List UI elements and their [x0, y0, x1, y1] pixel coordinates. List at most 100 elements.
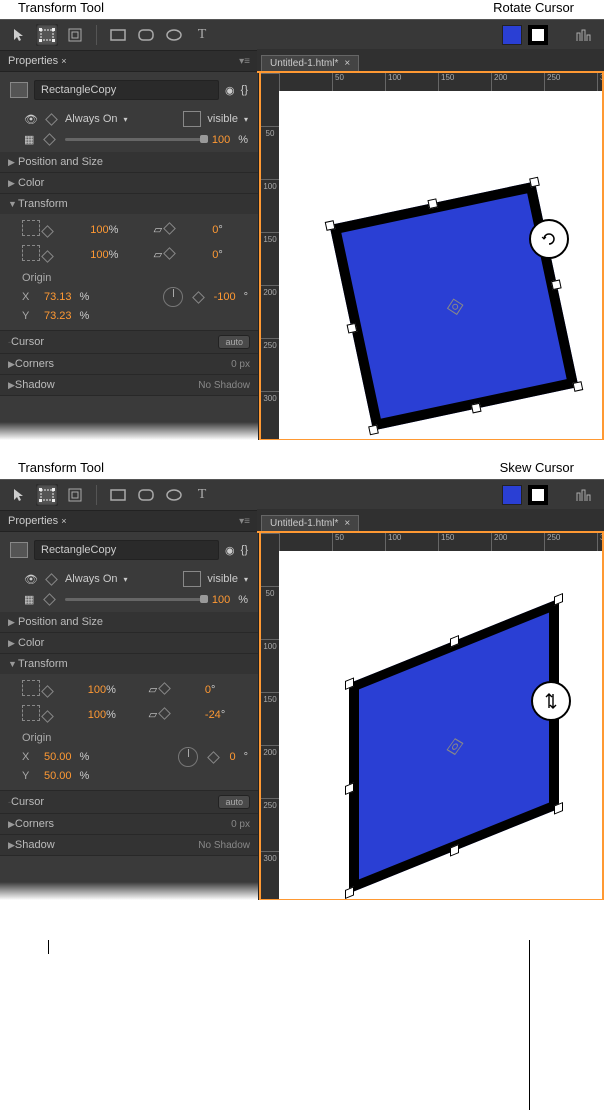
transform-origin-marker[interactable] [447, 298, 464, 315]
code-icon[interactable]: {} [241, 544, 248, 556]
resize-handle[interactable] [471, 403, 482, 414]
clip-tool[interactable] [64, 24, 86, 46]
properties-panel-tab[interactable]: Properties × ▾≡ [0, 51, 258, 72]
stage[interactable] [279, 91, 602, 439]
document-tab[interactable]: Untitled-1.html* × [261, 55, 359, 71]
resize-handle[interactable] [551, 279, 562, 290]
section-header-position[interactable]: ▶Position and Size [0, 612, 258, 632]
keyframe-diamond-icon[interactable] [41, 710, 54, 723]
close-icon[interactable]: × [344, 58, 350, 69]
section-header-shadow[interactable]: ▶Shadow No Shadow [0, 835, 258, 855]
keyframe-diamond-icon[interactable] [158, 682, 171, 695]
keyframe-diamond-icon[interactable] [41, 225, 54, 238]
layout-defaults-icon[interactable] [574, 24, 596, 46]
canvas[interactable]: 50100150200250300350 50100150200250300 [259, 533, 604, 900]
keyframe-diamond-icon[interactable] [45, 573, 58, 586]
stroke-color-swatch[interactable] [528, 485, 548, 505]
document-tab[interactable]: Untitled-1.html* × [261, 515, 359, 531]
keyframe-diamond-icon[interactable] [192, 291, 205, 304]
code-icon[interactable]: {} [241, 84, 248, 96]
scale-h-value[interactable]: 100 [90, 249, 108, 261]
keyframe-diamond-icon[interactable] [44, 593, 57, 606]
transform-origin-marker[interactable] [447, 738, 464, 755]
resize-handle[interactable] [573, 381, 584, 392]
selected-rectangle[interactable] [329, 181, 578, 430]
fill-color-swatch[interactable] [502, 485, 522, 505]
rotation-dial[interactable] [178, 747, 198, 767]
stage[interactable] [279, 551, 602, 899]
rotation-value[interactable]: 0 [229, 751, 235, 763]
keyframe-diamond-icon[interactable] [41, 685, 54, 698]
rotation-value[interactable]: -100 [214, 291, 236, 303]
resize-handle[interactable] [529, 177, 540, 188]
origin-x-value[interactable]: 73.13 [44, 291, 72, 303]
selection-tool[interactable] [8, 24, 30, 46]
resize-handle[interactable] [450, 844, 459, 857]
origin-x-value[interactable]: 50.00 [44, 751, 72, 763]
section-header-color[interactable]: ▶Color [0, 173, 258, 193]
target-icon[interactable]: ◉ [225, 84, 235, 97]
resize-handle[interactable] [347, 323, 358, 334]
section-header-transform[interactable]: ▼Transform [0, 194, 258, 214]
target-icon[interactable]: ◉ [225, 544, 235, 557]
scale-w-value[interactable]: 100 [88, 684, 106, 696]
layout-defaults-icon[interactable] [574, 484, 596, 506]
clip-tool[interactable] [64, 484, 86, 506]
panel-menu-icon[interactable]: ▾≡ [239, 56, 250, 67]
section-header-transform[interactable]: ▼Transform [0, 654, 258, 674]
display-label[interactable]: Always On [65, 113, 118, 125]
panel-menu-icon[interactable]: ▾≡ [239, 516, 250, 527]
canvas[interactable]: 50100150200250300350 50100150200250300 [259, 73, 604, 440]
keyframe-diamond-icon[interactable] [158, 707, 171, 720]
keyframe-diamond-icon[interactable] [208, 751, 221, 764]
dropdown-icon[interactable]: ▾ [244, 115, 248, 124]
section-header-position[interactable]: ▶Position and Size [0, 152, 258, 172]
section-header-cursor[interactable]: -Cursor auto [0, 791, 258, 813]
section-header-shadow[interactable]: ▶Shadow No Shadow [0, 375, 258, 395]
selection-tool[interactable] [8, 484, 30, 506]
keyframe-diamond-icon[interactable] [41, 250, 54, 263]
rectangle-tool[interactable] [107, 24, 129, 46]
opacity-slider[interactable] [65, 598, 203, 601]
object-name-field[interactable]: RectangleCopy [34, 540, 219, 560]
resize-handle[interactable] [345, 886, 354, 899]
selected-rectangle[interactable] [349, 599, 559, 894]
ellipse-tool[interactable] [163, 24, 185, 46]
rectangle-tool[interactable] [107, 484, 129, 506]
skew-y-value[interactable]: -24 [205, 709, 221, 721]
rotation-dial[interactable] [163, 287, 183, 307]
section-header-color[interactable]: ▶Color [0, 633, 258, 653]
opacity-value[interactable]: 100 [212, 594, 230, 606]
keyframe-diamond-icon[interactable] [45, 113, 58, 126]
rounded-rectangle-tool[interactable] [135, 24, 157, 46]
dropdown-icon[interactable]: ▾ [124, 575, 128, 584]
rounded-rectangle-tool[interactable] [135, 484, 157, 506]
section-header-corners[interactable]: ▶Corners 0 px [0, 814, 258, 834]
close-icon[interactable]: × [344, 518, 350, 529]
resize-handle[interactable] [554, 802, 563, 815]
fill-color-swatch[interactable] [502, 25, 522, 45]
dropdown-icon[interactable]: ▾ [244, 575, 248, 584]
opacity-value[interactable]: 100 [212, 134, 230, 146]
ellipse-tool[interactable] [163, 484, 185, 506]
origin-y-value[interactable]: 50.00 [44, 770, 72, 782]
section-header-corners[interactable]: ▶Corners 0 px [0, 354, 258, 374]
transform-tool[interactable] [36, 24, 58, 46]
dropdown-icon[interactable]: ▾ [124, 115, 128, 124]
transform-tool[interactable] [36, 484, 58, 506]
section-header-cursor[interactable]: -Cursor auto [0, 331, 258, 353]
keyframe-diamond-icon[interactable] [163, 222, 176, 235]
display-label[interactable]: Always On [65, 573, 118, 585]
keyframe-diamond-icon[interactable] [44, 133, 57, 146]
cursor-auto-button[interactable]: auto [218, 795, 250, 809]
properties-panel-tab[interactable]: Properties × ▾≡ [0, 511, 258, 532]
eye-icon[interactable]: 👁 [24, 113, 38, 126]
text-tool[interactable]: T [191, 484, 213, 506]
keyframe-diamond-icon[interactable] [163, 247, 176, 260]
object-name-field[interactable]: RectangleCopy [34, 80, 219, 100]
origin-y-value[interactable]: 73.23 [44, 310, 72, 322]
cursor-auto-button[interactable]: auto [218, 335, 250, 349]
resize-handle[interactable] [368, 425, 379, 436]
scale-h-value[interactable]: 100 [88, 709, 106, 721]
eye-icon[interactable]: 👁 [24, 573, 38, 586]
